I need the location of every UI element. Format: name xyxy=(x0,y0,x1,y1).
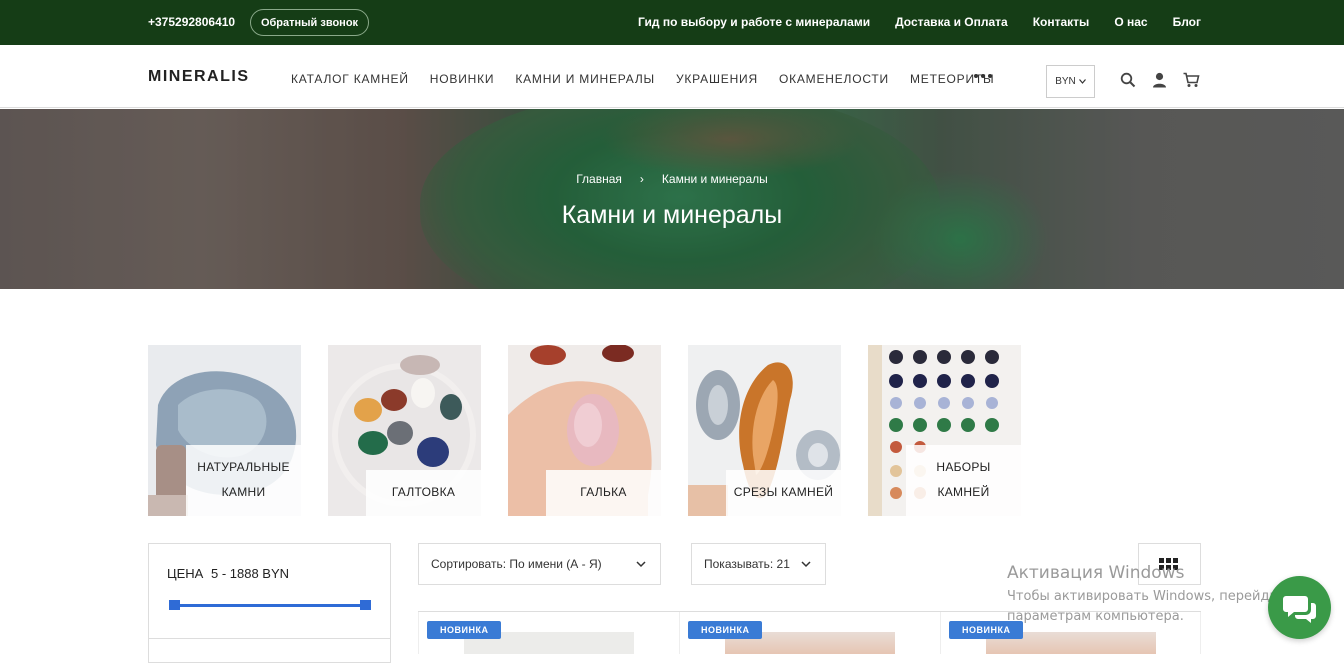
category-label-line: ГАЛТОВКА xyxy=(391,485,456,499)
nav-item-stones[interactable]: КАМНИ И МИНЕРАЛЫ xyxy=(515,72,655,86)
category-label-line: КАМНИ xyxy=(221,485,266,499)
callback-button[interactable]: Обратный звонок xyxy=(250,9,369,36)
per-page-select[interactable]: Показывать: 21 xyxy=(691,543,826,585)
breadcrumb: Главная › Камни и минералы xyxy=(0,172,1344,186)
per-page-select-label: Показывать: 21 xyxy=(704,557,790,571)
category-tiles: НАТУРАЛЬНЫЕ КАМНИ ГАЛТОВКА ГАЛЬКА СРЕЗЫ … xyxy=(148,345,1021,516)
nav-item-catalog[interactable]: КАТАЛОГ КАМНЕЙ xyxy=(291,72,409,86)
divider xyxy=(149,638,390,639)
product-card[interactable]: НОВИНКА xyxy=(418,612,679,654)
new-badge: НОВИНКА xyxy=(688,621,763,639)
category-label-sets: НАБОРЫ КАМНЕЙ xyxy=(906,445,1021,516)
breadcrumb-separator-icon: › xyxy=(639,172,644,186)
category-label-tumbled: ГАЛТОВКА xyxy=(366,470,481,516)
sort-select[interactable]: Сортировать: По имени (А - Я) xyxy=(418,543,661,585)
currency-value: BYN xyxy=(1055,76,1076,87)
chevron-down-icon xyxy=(801,561,811,568)
nav-item-new[interactable]: НОВИНКИ xyxy=(430,72,495,86)
category-label-line: НАТУРАЛЬНЫЕ xyxy=(197,460,290,474)
category-label-line: ГАЛЬКА xyxy=(580,485,627,499)
page-title: Камни и минералы xyxy=(561,201,783,229)
price-filter-range: 5 - 1888 BYN xyxy=(210,566,290,581)
breadcrumb-current: Камни и минералы xyxy=(661,172,768,186)
category-label-slices: СРЕЗЫ КАМНЕЙ xyxy=(726,470,841,516)
header-icons xyxy=(1120,72,1200,88)
price-filter-title: ЦЕНА 5 - 1888 BYN xyxy=(167,566,289,581)
price-slider-min-handle[interactable] xyxy=(169,600,180,610)
search-icon[interactable] xyxy=(1120,72,1136,88)
top-link-guide[interactable]: Гид по выбору и работе с минералами xyxy=(638,15,870,29)
category-label-pebbles: ГАЛЬКА xyxy=(546,470,661,516)
top-links: Гид по выбору и работе с минералами Дост… xyxy=(638,15,1201,29)
user-icon[interactable] xyxy=(1152,72,1167,88)
product-card[interactable]: НОВИНКА xyxy=(679,612,940,654)
nav-item-fossils[interactable]: ОКАМЕНЕЛОСТИ xyxy=(779,72,889,86)
chevron-down-icon xyxy=(1078,79,1086,84)
category-label-line: КАМНЕЙ xyxy=(937,485,990,499)
category-tile-natural[interactable]: НАТУРАЛЬНЫЕ КАМНИ xyxy=(148,345,301,516)
top-bar: +375292806410 Обратный звонок Гид по выб… xyxy=(0,0,1344,45)
breadcrumb-home[interactable]: Главная xyxy=(576,172,622,186)
watermark-text: параметрам компьютера. xyxy=(1007,609,1184,624)
hero-overlay xyxy=(0,109,1344,289)
logo[interactable]: MINERALIS xyxy=(148,68,250,86)
category-tile-sets[interactable]: НАБОРЫ КАМНЕЙ xyxy=(868,345,1021,516)
main-header: MINERALIS КАТАЛОГ КАМНЕЙ НОВИНКИ КАМНИ И… xyxy=(0,45,1344,108)
nav-item-jewelry[interactable]: УКРАШЕНИЯ xyxy=(676,72,758,86)
new-badge: НОВИНКА xyxy=(427,621,502,639)
watermark-title: Активация Windows xyxy=(1007,563,1185,583)
currency-select[interactable]: BYN xyxy=(1046,65,1095,98)
sort-select-label: Сортировать: По имени (А - Я) xyxy=(431,557,602,571)
main-nav: КАТАЛОГ КАМНЕЙ НОВИНКИ КАМНИ И МИНЕРАЛЫ … xyxy=(291,72,994,86)
price-filter-label: ЦЕНА xyxy=(167,566,204,581)
hero-banner: Главная › Камни и минералы Камни и минер… xyxy=(0,109,1344,289)
top-link-about[interactable]: О нас xyxy=(1114,15,1147,29)
top-link-contacts[interactable]: Контакты xyxy=(1033,15,1090,29)
chat-icon xyxy=(1283,596,1316,623)
price-slider-max-handle[interactable] xyxy=(360,600,371,610)
category-tile-slices[interactable]: СРЕЗЫ КАМНЕЙ xyxy=(688,345,841,516)
price-filter: ЦЕНА 5 - 1888 BYN xyxy=(148,543,391,663)
top-link-delivery[interactable]: Доставка и Оплата xyxy=(895,15,1008,29)
category-tile-tumbled[interactable]: ГАЛТОВКА xyxy=(328,345,481,516)
watermark-text: Чтобы активировать Windows, перейдите к xyxy=(1007,589,1306,604)
category-tile-pebbles[interactable]: ГАЛЬКА xyxy=(508,345,661,516)
phone-link[interactable]: +375292806410 xyxy=(148,15,235,29)
price-slider-track[interactable] xyxy=(173,604,369,607)
more-dots-icon[interactable] xyxy=(974,74,992,78)
cart-icon[interactable] xyxy=(1183,72,1200,88)
windows-activation-watermark: Активация Windows Чтобы активировать Win… xyxy=(1007,563,1306,627)
category-label-natural: НАТУРАЛЬНЫЕ КАМНИ xyxy=(186,445,301,516)
chevron-down-icon xyxy=(636,561,646,568)
category-label-line: СРЕЗЫ КАМНЕЙ xyxy=(733,485,834,499)
category-label-line: НАБОРЫ xyxy=(936,460,991,474)
top-link-blog[interactable]: Блог xyxy=(1173,15,1201,29)
chat-button[interactable] xyxy=(1268,576,1331,639)
